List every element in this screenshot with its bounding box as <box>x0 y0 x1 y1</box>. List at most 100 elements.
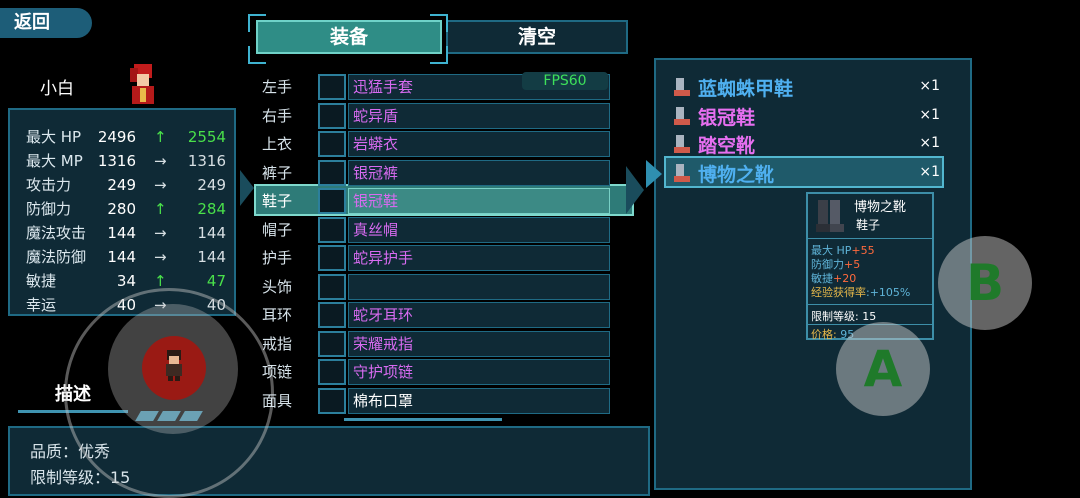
hat-icon[interactable] <box>318 216 346 243</box>
equip-slot-5[interactable]: 帽子 真丝帽 <box>252 216 612 243</box>
equip-slot-item[interactable]: 守护项链 <box>348 359 610 385</box>
stat-label: 幸运 <box>26 296 57 314</box>
tooltip-attr: 经验获得率:+105% <box>811 286 911 299</box>
inventory-pointer-icon <box>646 160 662 188</box>
gauntlet-icon[interactable] <box>318 245 346 271</box>
boots-icon <box>816 200 844 232</box>
stat-row: 魔法攻击 144 → 144 <box>26 221 226 245</box>
frame-corner <box>248 14 266 32</box>
ring-icon[interactable] <box>318 330 346 357</box>
stat-row: 最大 MP 1316 → 1316 <box>26 149 226 173</box>
frame-corner <box>248 46 266 64</box>
inventory-item[interactable]: 踏空靴 ×1 <box>670 131 940 157</box>
arrow-up-icon: ↑ <box>154 128 167 146</box>
equip-slot-6[interactable]: 护手 蛇异护手 <box>252 245 612 271</box>
stat-label: 魔法攻击 <box>26 224 87 242</box>
equip-slot-label: 耳环 <box>262 306 293 324</box>
arrow-right-icon: → <box>154 152 167 170</box>
equip-slot-1[interactable]: 右手 蛇异盾 <box>252 102 612 129</box>
equip-slot-item[interactable]: 银冠鞋 <box>348 188 610 214</box>
equip-slot-item[interactable]: 荣耀戒指 <box>348 330 610 357</box>
stat-next: 2554 <box>187 128 226 146</box>
equip-slot-item[interactable]: 蛇异盾 <box>348 102 610 129</box>
stat-next: 284 <box>197 200 226 218</box>
stat-current: 34 <box>116 272 136 290</box>
stat-next: 249 <box>197 176 226 194</box>
pants-icon[interactable] <box>318 159 346 186</box>
tooltip-item-type: 鞋子 <box>856 218 881 232</box>
stat-current: 1316 <box>97 152 136 170</box>
equip-slot-label: 右手 <box>262 106 293 125</box>
equip-slot-8[interactable]: 耳环 蛇牙耳环 <box>252 302 612 328</box>
inventory-item[interactable]: 博物之靴 ×1 <box>670 160 940 186</box>
equip-slot-item[interactable]: 岩蟒衣 <box>348 131 610 157</box>
glove-icon[interactable] <box>318 74 346 100</box>
inventory-item-count: ×1 <box>919 106 940 123</box>
stat-label: 防御力 <box>26 200 72 218</box>
tooltip-item-name: 博物之靴 <box>854 200 907 215</box>
equip-slot-item[interactable]: 银冠裤 <box>348 159 610 186</box>
stat-row: 魔法防御 144 → 144 <box>26 245 226 269</box>
character-name: 小白 <box>40 79 74 99</box>
inventory-item-count: ×1 <box>919 135 940 151</box>
equip-slot-label: 戒指 <box>262 334 293 353</box>
equip-slot-3[interactable]: 裤子 银冠裤 <box>252 159 612 186</box>
equip-slot-label: 面具 <box>262 391 293 410</box>
stat-next: 1316 <box>187 152 226 170</box>
character-avatar <box>130 64 154 104</box>
equip-slot-label: 上衣 <box>262 135 293 153</box>
slot-scroll-indicator <box>344 418 502 421</box>
tooltip-level: 限制等级: 15 <box>811 310 877 323</box>
back-button[interactable]: 返回 <box>0 8 92 38</box>
equip-slot-label: 头饰 <box>262 277 293 296</box>
equip-slot-label: 项链 <box>262 363 293 381</box>
stat-next: 144 <box>197 248 226 266</box>
arrow-right-icon: → <box>154 248 167 266</box>
equip-slot-item[interactable] <box>348 273 610 300</box>
boots-icon <box>674 78 690 96</box>
boots-icon[interactable] <box>318 188 346 214</box>
arrow-right-icon: → <box>154 224 167 242</box>
stat-row: 敏捷 34 ↑ 47 <box>26 269 226 293</box>
stat-row: 最大 HP 2496 ↑ 2554 <box>26 125 226 149</box>
stat-current: 144 <box>107 224 136 242</box>
fps-counter: FPS60 <box>522 72 608 90</box>
earring-icon[interactable] <box>318 302 346 328</box>
inventory-item[interactable]: 蓝蜘蛛甲鞋 ×1 <box>670 74 940 100</box>
equip-slot-item[interactable]: 真丝帽 <box>348 216 610 243</box>
equip-slot-label: 左手 <box>262 78 293 96</box>
inventory-item-count: ×1 <box>919 163 940 180</box>
necklace-icon[interactable] <box>318 359 346 385</box>
stat-current: 280 <box>107 200 136 218</box>
equip-slot-2[interactable]: 上衣 岩蟒衣 <box>252 131 612 157</box>
equip-slot-item[interactable]: 蛇异护手 <box>348 245 610 271</box>
mask-icon[interactable] <box>318 387 346 414</box>
stat-current: 249 <box>107 176 136 194</box>
frame-corner <box>430 46 448 64</box>
stat-row: 攻击力 249 → 249 <box>26 173 226 197</box>
shield-icon[interactable] <box>318 102 346 129</box>
equip-slot-7[interactable]: 头饰 <box>252 273 612 300</box>
equip-slot-9[interactable]: 戒指 荣耀戒指 <box>252 330 612 357</box>
equip-slot-10[interactable]: 项链 守护项链 <box>252 359 612 385</box>
equip-slot-item[interactable]: 蛇牙耳环 <box>348 302 610 328</box>
stat-label: 攻击力 <box>26 176 72 194</box>
stat-label: 最大 MP <box>26 152 83 170</box>
a-button[interactable]: A <box>836 322 930 416</box>
equip-slot-label: 裤子 <box>262 163 293 182</box>
armor-icon[interactable] <box>318 131 346 157</box>
boots-icon <box>674 106 690 125</box>
equip-slot-label: 帽子 <box>262 220 293 239</box>
tab-equip[interactable]: 装备 <box>256 20 442 54</box>
tab-clear[interactable]: 清空 <box>446 20 628 54</box>
equip-slot-4[interactable]: 鞋子 银冠鞋 <box>252 188 612 214</box>
item-tooltip: 博物之靴 鞋子 最大 HP+55 防御力+5 敏捷+20 经验获得率:+105% 限制… <box>806 192 934 341</box>
equip-slot-11[interactable]: 面具 棉布口罩 <box>252 387 612 414</box>
inventory-item[interactable]: 银冠鞋 ×1 <box>670 103 940 129</box>
empty-slot-icon[interactable] <box>318 273 346 300</box>
inventory-item-name: 蓝蜘蛛甲鞋 <box>698 78 794 100</box>
equip-slot-item[interactable]: 棉布口罩 <box>348 387 610 414</box>
b-button[interactable]: B <box>938 236 1032 330</box>
inventory-item-name: 踏空靴 <box>698 135 756 157</box>
inventory-item-name: 博物之靴 <box>698 163 775 186</box>
